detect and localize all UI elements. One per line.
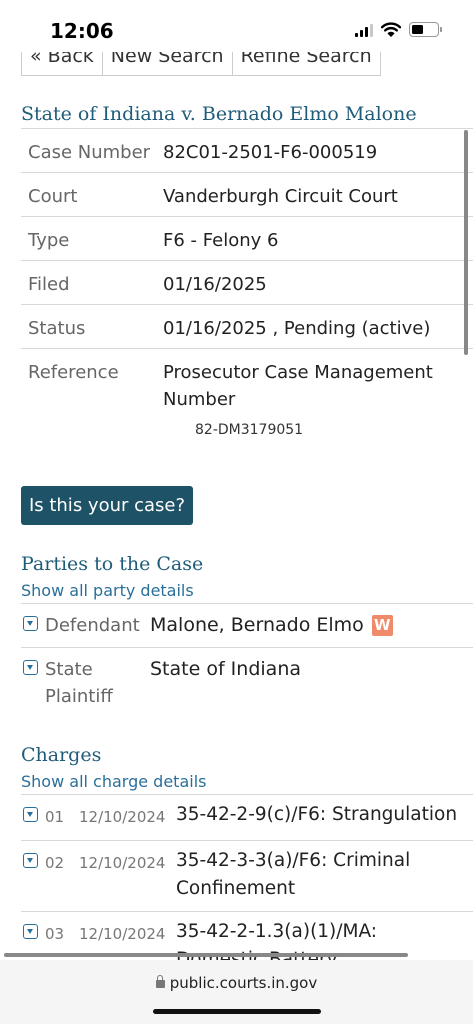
status-bar: 12:06 — [0, 0, 473, 52]
case-title: State of Indiana v. Bernado Elmo Malone — [21, 103, 417, 125]
reference-number: 82-DM3179051 — [195, 422, 304, 438]
expand-toggle-icon[interactable] — [23, 853, 38, 868]
detail-label: Filed — [28, 274, 70, 295]
detail-row-type: Type F6 - Felony 6 — [21, 217, 473, 261]
detail-value: 01/16/2025 — [163, 274, 267, 295]
detail-row-filed: Filed 01/16/2025 — [21, 261, 473, 305]
home-indicator[interactable] — [153, 1009, 321, 1014]
status-icons — [355, 22, 442, 37]
cellular-signal-icon — [355, 23, 373, 37]
party-name[interactable]: State of Indiana — [150, 656, 301, 683]
page-content: « Back New Search Refine Search State of… — [0, 0, 473, 960]
charge-description: 35-42-2-9(c)/F6: Strangulation — [176, 804, 458, 825]
browser-url-bar[interactable]: public.courts.in.gov — [0, 960, 473, 1024]
detail-value: 01/16/2025 , Pending (active) — [163, 318, 431, 339]
expand-toggle-icon[interactable] — [23, 807, 38, 822]
detail-label: Status — [28, 318, 86, 339]
party-role: Defendant — [45, 615, 140, 636]
detail-label: Case Number — [28, 142, 151, 163]
party-role: State Plaintiff — [45, 659, 113, 707]
detail-row-reference: Reference Prosecutor Case Management Num… — [21, 349, 473, 445]
is-this-your-case-button[interactable]: Is this your case? — [21, 486, 193, 525]
table-scrollbar[interactable] — [464, 130, 468, 355]
charge-number: 01 — [45, 808, 65, 826]
warrant-badge-icon: W — [371, 615, 393, 636]
charges-heading: Charges — [21, 744, 102, 766]
party-row[interactable]: State Plaintiff State of Indiana — [21, 648, 473, 718]
detail-value: 82C01-2501-F6-000519 — [163, 142, 378, 163]
detail-row-status: Status 01/16/2025 , Pending (active) — [21, 305, 473, 349]
reference-type: Prosecutor Case Management Number — [163, 362, 433, 410]
detail-label: Court — [28, 186, 78, 207]
charge-date: 12/10/2024 — [79, 854, 166, 872]
url-text[interactable]: public.courts.in.gov — [170, 974, 317, 992]
show-all-party-details-link[interactable]: Show all party details — [21, 581, 194, 600]
parties-heading: Parties to the Case — [21, 553, 204, 575]
wifi-icon — [381, 22, 401, 37]
charge-number: 02 — [45, 854, 65, 872]
parties-table: Defendant Malone, Bernado Elmo W State P… — [21, 603, 473, 718]
lock-icon — [155, 975, 165, 988]
charge-row[interactable]: 02 12/10/2024 35-42-3-3(a)/F6: Criminal … — [21, 841, 473, 912]
charge-description: 35-42-3-3(a)/F6: Criminal Confinement — [176, 850, 411, 899]
detail-row-court: Court Vanderburgh Circuit Court — [21, 173, 473, 217]
detail-label: Type — [28, 230, 70, 251]
battery-icon — [409, 22, 442, 37]
expand-toggle-icon[interactable] — [23, 616, 38, 631]
party-name[interactable]: Malone, Bernado Elmo — [150, 612, 364, 639]
detail-value: F6 - Felony 6 — [163, 230, 279, 251]
expand-toggle-icon[interactable] — [23, 924, 38, 939]
party-row[interactable]: Defendant Malone, Bernado Elmo W — [21, 604, 473, 648]
expand-toggle-icon[interactable] — [23, 660, 38, 675]
detail-value: Prosecutor Case Management Number 82-DM3… — [157, 349, 473, 445]
case-details-table: Case Number 82C01-2501-F6-000519 Court V… — [21, 128, 473, 445]
status-time: 12:06 — [50, 19, 114, 43]
charge-date: 12/10/2024 — [79, 808, 166, 826]
detail-value: Vanderburgh Circuit Court — [163, 186, 398, 207]
charges-table: 01 12/10/2024 35-42-2-9(c)/F6: Strangula… — [21, 794, 473, 960]
charge-row[interactable]: 01 12/10/2024 35-42-2-9(c)/F6: Strangula… — [21, 795, 473, 841]
show-all-charge-details-link[interactable]: Show all charge details — [21, 772, 206, 791]
detail-row-case-number: Case Number 82C01-2501-F6-000519 — [21, 129, 473, 173]
detail-label: Reference — [28, 362, 119, 383]
horizontal-scrollbar[interactable] — [4, 953, 408, 957]
